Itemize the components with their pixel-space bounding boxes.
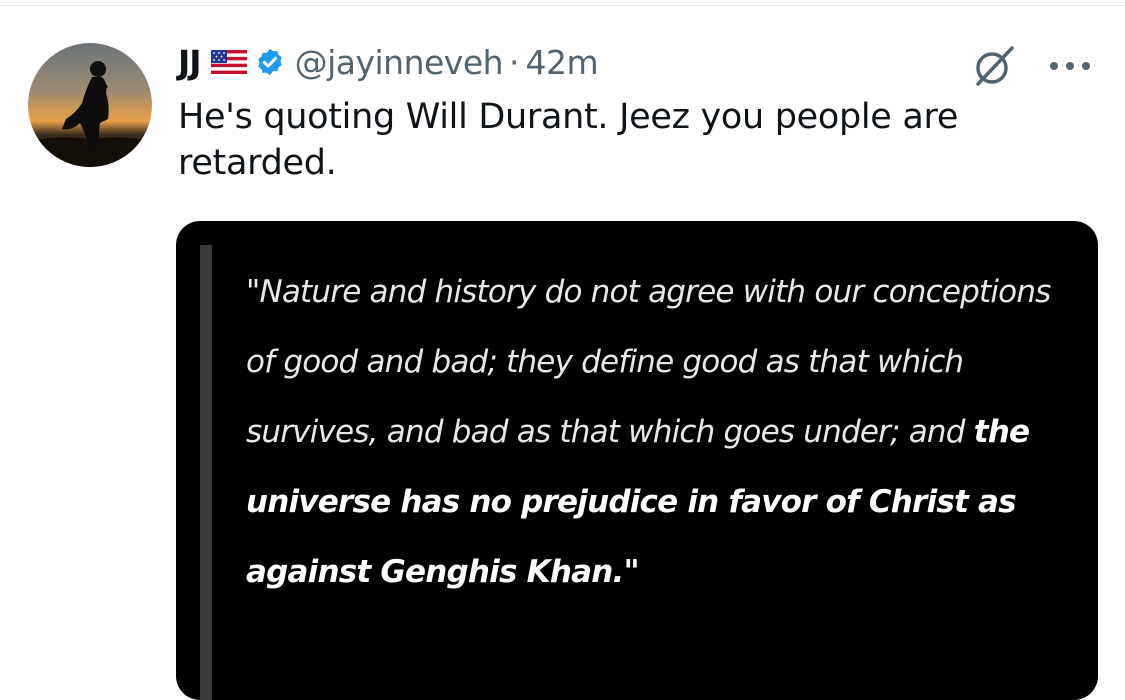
quote-text: "Nature and history do not agree with ou… <box>246 257 1086 607</box>
verified-badge-icon <box>255 47 285 77</box>
grok-icon[interactable] <box>972 44 1016 88</box>
us-flag-icon <box>210 50 247 74</box>
quote-text-regular: "Nature and history do not agree with ou… <box>246 274 1051 450</box>
avatar[interactable] <box>28 43 152 167</box>
tweet-media-image[interactable]: "Nature and history do not agree with ou… <box>176 221 1098 700</box>
avatar-silhouette <box>28 61 152 167</box>
tweet-header: JJ @jayinneveh · 42m <box>178 38 599 86</box>
tweet-text: He's quoting Will Durant. Jeez you peopl… <box>178 97 959 183</box>
tweet[interactable]: JJ @jayinneveh · 42m He's quoting Will D… <box>0 0 1125 700</box>
quote-bar <box>200 245 212 700</box>
display-name[interactable]: JJ <box>178 43 202 82</box>
timestamp[interactable]: 42m <box>526 43 599 82</box>
separator-dot: · <box>509 42 520 82</box>
more-options-icon[interactable] <box>1046 58 1094 72</box>
user-handle[interactable]: @jayinneveh <box>295 43 504 82</box>
